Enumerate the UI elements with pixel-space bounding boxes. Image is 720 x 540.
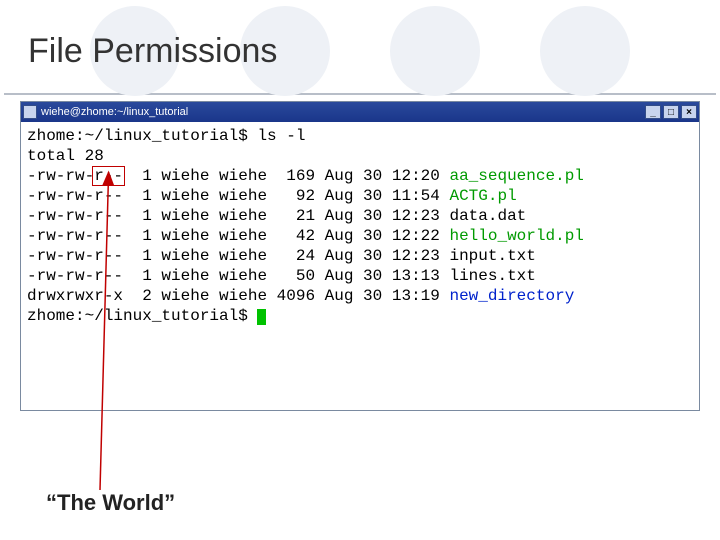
file-name: lines.txt (449, 267, 535, 285)
listing-row: -rw-rw-r-- 1 wiehe wiehe 169 Aug 30 12:2… (27, 166, 693, 186)
terminal-line: zhome:~/linux_tutorial$ (27, 306, 693, 326)
window-title: wiehe@zhome:~/linux_tutorial (41, 106, 645, 118)
minimize-button[interactable]: _ (645, 105, 661, 119)
file-name: ACTG.pl (449, 187, 516, 205)
window-titlebar: wiehe@zhome:~/linux_tutorial _ □ × (21, 102, 699, 122)
window-icon (23, 105, 37, 119)
permission-highlight-box (92, 166, 125, 186)
slide-title: File Permissions (0, 32, 720, 71)
file-name: data.dat (449, 207, 526, 225)
terminal-body: zhome:~/linux_tutorial$ ls -ltotal 28-rw… (21, 122, 699, 410)
listing-row: -rw-rw-r-- 1 wiehe wiehe 24 Aug 30 12:23… (27, 246, 693, 266)
file-name: input.txt (449, 247, 535, 265)
listing-row: -rw-rw-r-- 1 wiehe wiehe 50 Aug 30 13:13… (27, 266, 693, 286)
listing-row: drwxrwxr-x 2 wiehe wiehe 4096 Aug 30 13:… (27, 286, 693, 306)
file-name: new_directory (449, 287, 574, 305)
maximize-button[interactable]: □ (663, 105, 679, 119)
terminal-line: zhome:~/linux_tutorial$ ls -l (27, 126, 693, 146)
cursor-icon (257, 309, 266, 325)
listing-row: -rw-rw-r-- 1 wiehe wiehe 42 Aug 30 12:22… (27, 226, 693, 246)
listing-row: -rw-rw-r-- 1 wiehe wiehe 92 Aug 30 11:54… (27, 186, 693, 206)
terminal-line: total 28 (27, 146, 693, 166)
window-controls: _ □ × (645, 105, 697, 119)
listing-row: -rw-rw-r-- 1 wiehe wiehe 21 Aug 30 12:23… (27, 206, 693, 226)
file-name: hello_world.pl (449, 227, 583, 245)
terminal-window: wiehe@zhome:~/linux_tutorial _ □ × zhome… (20, 101, 700, 411)
close-button[interactable]: × (681, 105, 697, 119)
file-name: aa_sequence.pl (449, 167, 583, 185)
annotation-label: “The World” (46, 490, 175, 516)
